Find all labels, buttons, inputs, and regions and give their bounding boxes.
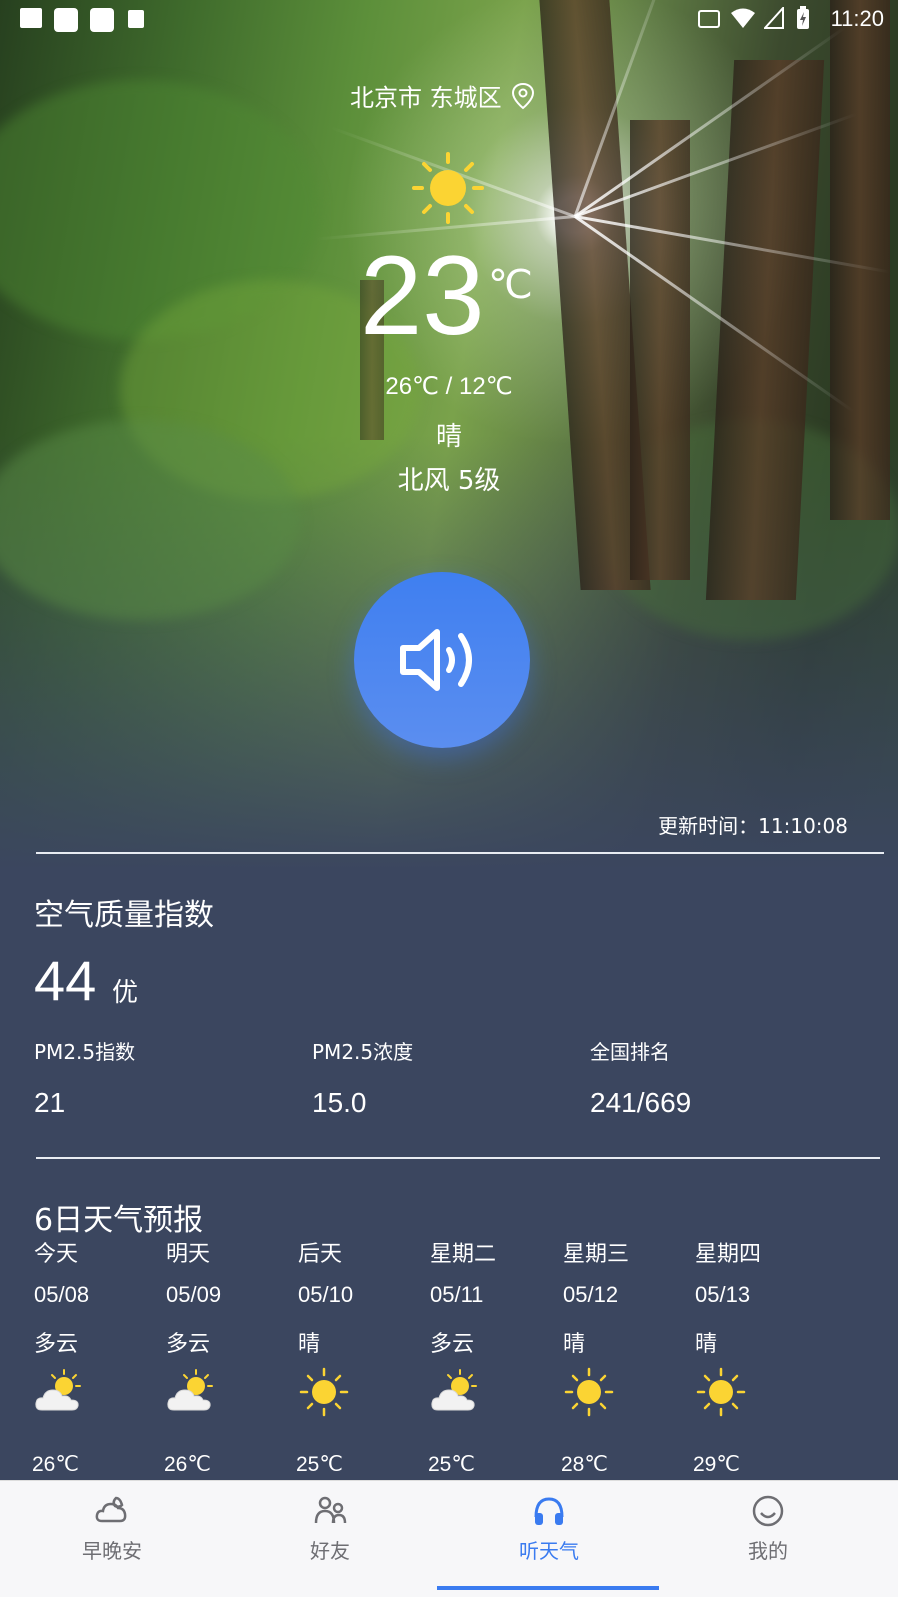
tab-friends[interactable]: 好友 [218, 1481, 442, 1597]
update-time-value: 11:10:08 [758, 814, 848, 838]
tab-me[interactable]: 我的 [656, 1481, 880, 1597]
aqi-title: 空气质量指数 [34, 898, 214, 933]
tab-label: 早晚安 [82, 1539, 142, 1563]
tab-listen-weather[interactable]: 听天气 [437, 1481, 661, 1597]
forecast-day: 星期二 05/11 多云 [430, 1236, 560, 1422]
tab-label: 听天气 [519, 1539, 579, 1563]
friends-icon [314, 1496, 347, 1524]
aqi-metric-value: 241/669 [590, 1087, 692, 1118]
forecast-day: 星期三 05/12 晴 [563, 1236, 693, 1422]
sun-icon [412, 152, 484, 224]
aqi-level: 优 [112, 978, 139, 1008]
app-notification-icon [54, 8, 78, 32]
headphones-icon [534, 1497, 564, 1525]
speaker-icon [400, 629, 472, 691]
sun-icon [696, 1367, 746, 1417]
forecast-condition: 晴 [563, 1332, 586, 1357]
forecast-day-name: 星期四 [695, 1242, 762, 1267]
aqi-value: 44 [34, 949, 97, 1012]
forecast-day-name: 星期二 [430, 1242, 497, 1267]
aqi-metric-label: PM2.5指数 [34, 1040, 136, 1064]
forecast-day: 后天 05/10 晴 [298, 1236, 428, 1422]
forecast-date: 05/08 [34, 1282, 90, 1307]
forecast-condition: 多云 [34, 1332, 79, 1357]
forecast-date: 05/12 [563, 1282, 619, 1307]
forecast-condition: 晴 [695, 1332, 718, 1357]
tab-label: 好友 [310, 1539, 350, 1563]
sun-icon [299, 1367, 349, 1417]
forecast-high-temp: 29℃ [693, 1453, 740, 1476]
forecast-date: 05/11 [430, 1282, 484, 1307]
tab-good-morning-night[interactable]: 早晚安 [0, 1481, 224, 1597]
aqi-metric-value: 21 [34, 1087, 66, 1118]
aqi-metric-label: 全国排名 [590, 1040, 670, 1064]
active-tab-indicator [437, 1586, 659, 1590]
partly-cloudy-icon [431, 1369, 477, 1411]
sun-icon [564, 1367, 614, 1417]
location-pin-icon [511, 82, 534, 109]
current-temperature: 23 [360, 233, 485, 358]
forecast-date: 05/10 [298, 1282, 354, 1307]
partly-cloudy-icon [167, 1369, 213, 1411]
forecast-day: 今天 05/08 多云 [34, 1236, 164, 1422]
forecast-date: 05/09 [166, 1282, 222, 1307]
aqi-metric: PM2.5指数 21 [34, 1036, 135, 1119]
forecast-high-temp: 26℃ [32, 1453, 79, 1476]
update-time: 更新时间：11:10:08 [658, 810, 848, 839]
font-notification-icon [128, 10, 144, 28]
bottom-tab-bar: 早晚安 好友 听天气 我的 [0, 1480, 898, 1597]
forecast-high-temp: 26℃ [164, 1453, 211, 1476]
partly-cloudy-icon [35, 1369, 81, 1411]
smile-icon [752, 1495, 784, 1527]
battery-charging-icon [797, 6, 809, 29]
aqi-metric: PM2.5浓度 15.0 [312, 1036, 413, 1119]
divider [36, 1157, 880, 1159]
location-selector[interactable]: 北京市 东城区 [350, 78, 536, 113]
status-bar: 11:20 [0, 0, 898, 38]
forecast-day-name: 后天 [298, 1242, 343, 1267]
forecast-day: 明天 05/09 多云 [166, 1236, 296, 1422]
aqi-metric-label: PM2.5浓度 [312, 1040, 414, 1064]
update-time-label: 更新时间： [658, 814, 759, 838]
gallery-notification-icon [20, 8, 42, 28]
forecast-condition: 晴 [298, 1332, 321, 1357]
temperature-unit: ℃ [488, 263, 533, 307]
forecast-condition: 多云 [166, 1332, 211, 1357]
wind-info: 北风 5级 [397, 466, 501, 496]
app-notification-icon [90, 8, 114, 32]
forecast-date: 05/13 [695, 1282, 751, 1307]
location-label: 北京市 东城区 [350, 84, 502, 112]
signal-icon [764, 7, 784, 29]
forecast-high-temp: 25℃ [296, 1453, 343, 1476]
aqi-metric: 全国排名 241/669 [590, 1036, 691, 1119]
play-weather-button[interactable] [354, 572, 530, 748]
forecast-day-name: 星期三 [563, 1242, 630, 1267]
temperature-range: 26℃ / 12℃ [385, 373, 513, 400]
forecast-day: 星期四 05/13 晴 [695, 1236, 825, 1422]
tab-label: 我的 [748, 1539, 788, 1563]
forecast-day-name: 明天 [166, 1242, 211, 1267]
forecast-condition: 多云 [430, 1332, 475, 1357]
forecast-high-temp: 25℃ [428, 1453, 475, 1476]
forecast-title: 6日天气预报 [34, 1203, 204, 1238]
weather-condition: 晴 [435, 422, 462, 452]
cloud-moon-icon [95, 1496, 127, 1523]
cast-icon [698, 10, 720, 28]
aqi-metric-value: 15.0 [312, 1087, 367, 1118]
forecast-day-name: 今天 [34, 1242, 79, 1267]
divider [36, 852, 884, 854]
wifi-icon [731, 8, 755, 28]
clock: 11:20 [830, 6, 884, 31]
forecast-high-temp: 28℃ [561, 1453, 608, 1476]
